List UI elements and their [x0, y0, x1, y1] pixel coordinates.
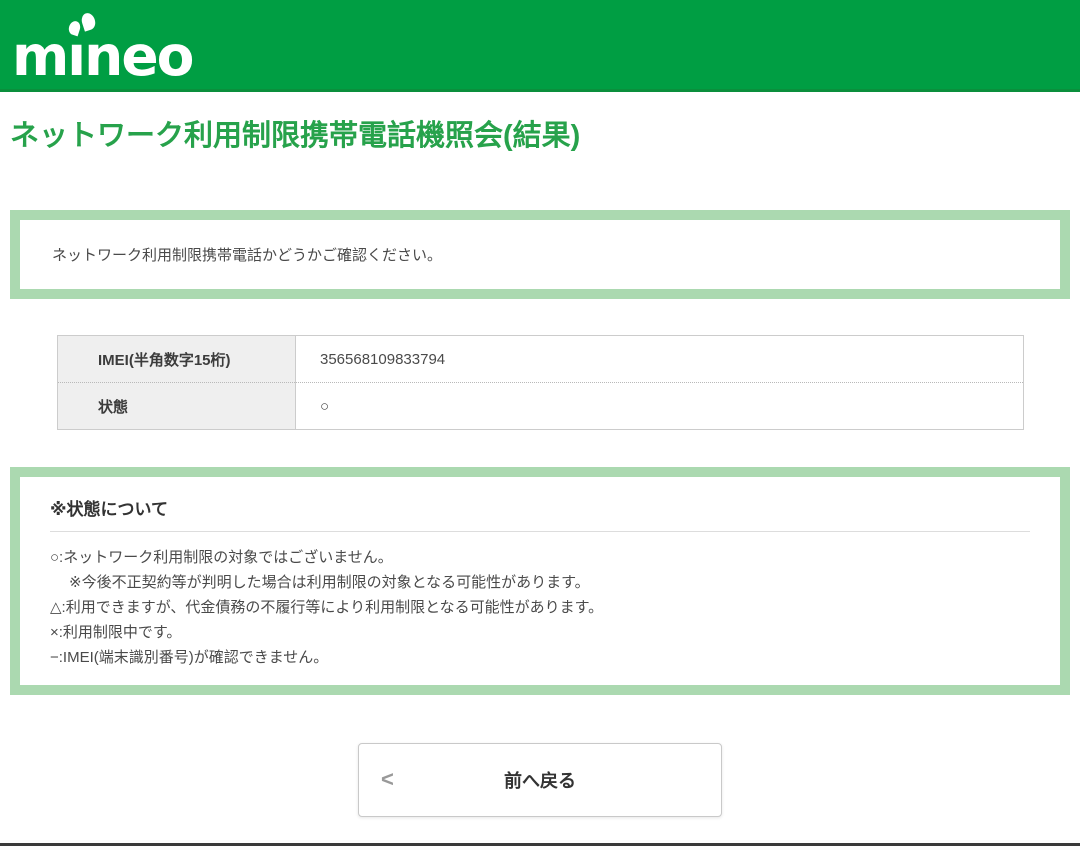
legend-line-circle-note: ※今後不正契約等が判明した場合は利用制限の対象となる可能性があります。: [50, 570, 1030, 595]
imei-value: 356568109833794: [296, 336, 1024, 383]
table-row-imei: IMEI(半角数字15桁) 356568109833794: [58, 336, 1024, 383]
mineo-logo[interactable]: mineo: [12, 12, 202, 84]
bottom-divider: [0, 843, 1080, 846]
legend-line-dash: −:IMEI(端末識別番号)が確認できません。: [50, 645, 1030, 670]
legend-lines: ○:ネットワーク利用制限の対象ではございません。 ※今後不正契約等が判明した場合…: [50, 545, 1030, 670]
leaf-left: [67, 20, 82, 37]
status-legend-box: ※状態について ○:ネットワーク利用制限の対象ではございません。 ※今後不正契約…: [10, 467, 1070, 695]
status-label: 状態: [58, 383, 296, 430]
back-button[interactable]: < 前へ戻る: [358, 743, 722, 817]
notice-text: ネットワーク利用制限携帯電話かどうかご確認ください。: [52, 244, 442, 265]
imei-label: IMEI(半角数字15桁): [58, 336, 296, 383]
legend-line-cross: ×:利用制限中です。: [50, 620, 1030, 645]
status-value: ○: [296, 383, 1024, 430]
table-row-status: 状態 ○: [58, 383, 1024, 430]
app-header: mineo: [0, 0, 1080, 92]
result-table: IMEI(半角数字15桁) 356568109833794 状態 ○: [57, 335, 1024, 430]
legend-heading: ※状態について: [50, 499, 1030, 521]
legend-line-triangle: △:利用できますが、代金債務の不履行等により利用制限となる可能性があります。: [50, 595, 1030, 620]
back-button-label: 前へ戻る: [504, 771, 576, 791]
leaf-right: [80, 11, 98, 31]
legend-divider: [50, 531, 1030, 532]
mineo-leaf-icon: [68, 12, 104, 42]
page-title: ネットワーク利用制限携帯電話機照会(結果): [10, 119, 1070, 153]
legend-line-circle: ○:ネットワーク利用制限の対象ではございません。: [50, 545, 1030, 570]
chevron-left-icon: <: [381, 766, 394, 792]
notice-box: ネットワーク利用制限携帯電話かどうかご確認ください。: [10, 210, 1070, 299]
